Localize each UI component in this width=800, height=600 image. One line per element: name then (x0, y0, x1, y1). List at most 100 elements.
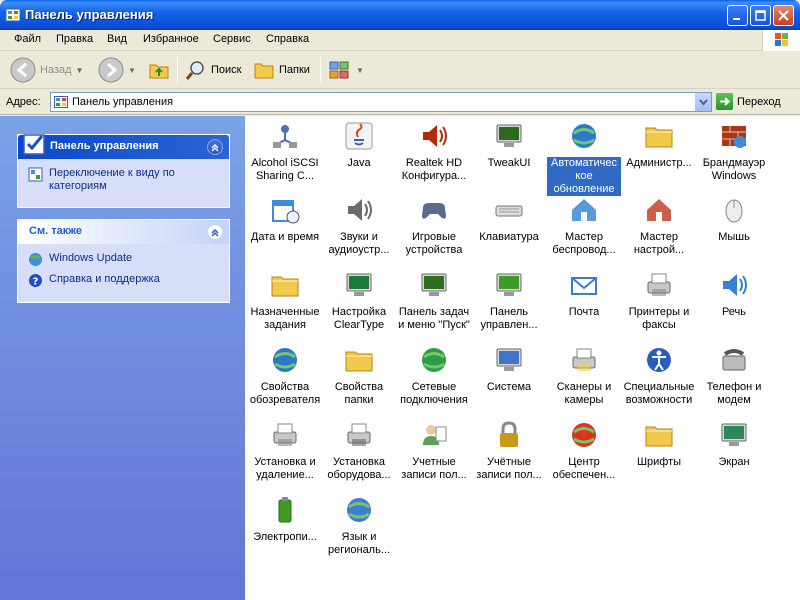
control-panel-item[interactable]: Электропи... (248, 494, 322, 544)
go-button[interactable]: Переход (716, 93, 781, 110)
control-panel-item[interactable]: Alcohol iSCSI Sharing C... (248, 120, 322, 183)
control-panel-item[interactable]: Установка оборудова... (322, 419, 396, 482)
control-panel-item[interactable]: Мастер беспровод... (547, 194, 621, 257)
control-panel-item-label: Электропи... (253, 531, 317, 543)
menu-favorites[interactable]: Избранное (143, 33, 199, 45)
menu-view[interactable]: Вид (107, 33, 127, 45)
mail-icon (571, 277, 597, 295)
up-folder-icon (149, 64, 169, 79)
control-panel-item[interactable]: Звуки и аудиоустр... (322, 194, 396, 257)
back-dropdown-icon[interactable]: ▼ (76, 66, 84, 75)
go-label: Переход (737, 95, 781, 108)
address-bar: Адрес: Панель управления Переход (0, 90, 800, 115)
control-panel-item-label: Брандмауэр Windows (702, 157, 766, 182)
control-panel-item[interactable]: Речь (697, 269, 771, 319)
control-panel-item-label: Автоматичес кое обновление (547, 157, 621, 196)
control-panel-item[interactable]: Назначенные задания (248, 269, 322, 332)
control-panel-item[interactable]: Система (472, 344, 546, 394)
control-panel-item[interactable]: Панель управлен... (472, 269, 546, 332)
control-panel-item[interactable]: Специальные возможности (622, 344, 696, 407)
control-panel-item[interactable]: Сканеры и камеры (547, 344, 621, 407)
control-panel-item-label: Игровые устройства (405, 231, 463, 256)
control-panel-item[interactable]: Свойства папки (322, 344, 396, 407)
menu-edit[interactable]: Правка (56, 33, 93, 45)
windows-update-link[interactable]: Windows Update (28, 252, 219, 267)
views-icon (329, 61, 349, 79)
control-panel-item-label: Центр обеспечен... (552, 456, 616, 481)
minimize-button[interactable] (727, 5, 748, 26)
control-panel-item-label: Установка и удаление... (254, 456, 316, 481)
views-button[interactable]: ▼ (328, 56, 364, 84)
chevron-down-icon (699, 99, 708, 106)
control-panel-item[interactable]: Телефон и модем (697, 344, 771, 407)
control-panel-item[interactable]: Realtek HD Конфигура... (397, 120, 471, 183)
search-icon (185, 61, 204, 80)
regional-icon (347, 498, 371, 522)
forward-dropdown-icon[interactable]: ▼ (128, 66, 136, 75)
control-panel-item[interactable]: Экран (697, 419, 771, 469)
collapse-chevron-icon[interactable] (207, 224, 223, 240)
control-panel-item[interactable]: Брандмауэр Windows (697, 120, 771, 183)
control-panel-item[interactable]: Установка и удаление... (248, 419, 322, 482)
address-dropdown-button[interactable] (694, 93, 711, 111)
address-label: Адрес: (6, 96, 41, 108)
control-panel-item-label: Сканеры и камеры (556, 381, 612, 406)
control-panel-check-icon (23, 134, 45, 155)
see-also-box-header[interactable]: См. также (18, 220, 229, 244)
control-panel-item[interactable]: Администр... (622, 120, 696, 170)
collapse-chevron-icon[interactable] (207, 139, 223, 155)
control-panel-item[interactable]: Игровые устройства (397, 194, 471, 257)
menu-tools[interactable]: Сервис (213, 33, 251, 45)
switch-category-view-link[interactable]: Переключение к виду по категориям (28, 167, 219, 193)
calendar-icon (272, 200, 300, 224)
control-panel-item[interactable]: Настройка ClearType (322, 269, 396, 332)
category-view-icon (28, 167, 43, 182)
control-panel-item[interactable]: Мастер настрой... (622, 194, 696, 257)
control-panel-item-label: Панель управлен... (480, 306, 538, 331)
help-icon: ? (29, 274, 42, 288)
go-arrow-icon (716, 93, 733, 110)
see-also-box: См. также Windows Update ? Справка и под… (17, 219, 230, 303)
control-panel-item[interactable]: Дата и время (248, 194, 322, 244)
back-button[interactable]: Назад ▼ (10, 56, 83, 84)
control-panel-item[interactable]: Свойства обозревателя (248, 344, 322, 407)
views-dropdown-icon[interactable]: ▼ (356, 66, 364, 75)
control-panel-item[interactable]: Центр обеспечен... (547, 419, 621, 482)
speaker-icon (423, 125, 447, 147)
search-button[interactable]: Поиск (185, 56, 241, 84)
menu-file[interactable]: Файл (14, 33, 41, 45)
control-panel-item[interactable]: Сетевые подключения (397, 344, 471, 407)
forward-button[interactable]: ▼ (98, 56, 136, 84)
back-label: Назад (40, 64, 72, 76)
control-panel-item[interactable]: Шрифты (622, 419, 696, 469)
scheduled-folder-icon (271, 276, 299, 297)
control-panel-item[interactable]: Мышь (697, 194, 771, 244)
control-panel-box-header[interactable]: Панель управления (18, 134, 229, 159)
control-panel-item[interactable]: Учетные записи пол... (397, 419, 471, 482)
maximize-button[interactable] (750, 5, 771, 26)
control-panel-item[interactable]: Принтеры и факсы (622, 269, 696, 332)
control-panel-item[interactable]: Почта (547, 269, 621, 319)
up-folder-button[interactable] (148, 56, 170, 84)
menu-bar: Файл Правка Вид Избранное Сервис Справка (0, 30, 800, 51)
close-button[interactable] (773, 5, 794, 26)
control-panel-item[interactable]: TweakUI (472, 120, 546, 170)
close-icon (778, 10, 789, 21)
control-panel-item[interactable]: Язык и региональ... (322, 494, 396, 557)
control-panel-item[interactable]: Java (322, 120, 396, 170)
control-panel-item[interactable]: Панель задач и меню "Пуск" (397, 269, 471, 332)
folders-button[interactable]: Папки (253, 56, 310, 84)
tweakui-icon (496, 124, 522, 147)
control-panel-item[interactable]: Клавиатура (472, 194, 546, 244)
help-support-link[interactable]: ? Справка и поддержка (28, 273, 219, 288)
control-panel-item[interactable]: Учётные записи пол... (472, 419, 546, 482)
control-panel-item-label: Alcohol iSCSI Sharing C... (251, 157, 319, 182)
taskbar-icon (421, 273, 447, 296)
control-panel-items: Alcohol iSCSI Sharing C... Java Realtek HD К… (245, 116, 800, 600)
control-panel-item[interactable]: Автоматичес кое обновление (547, 120, 621, 196)
control-panel-item-label: Телефон и модем (706, 381, 762, 406)
back-arrow-icon (10, 57, 36, 83)
menu-help[interactable]: Справка (266, 33, 309, 45)
title-bar[interactable]: Панель управления (0, 0, 800, 30)
address-input[interactable]: Панель управления (50, 92, 712, 112)
